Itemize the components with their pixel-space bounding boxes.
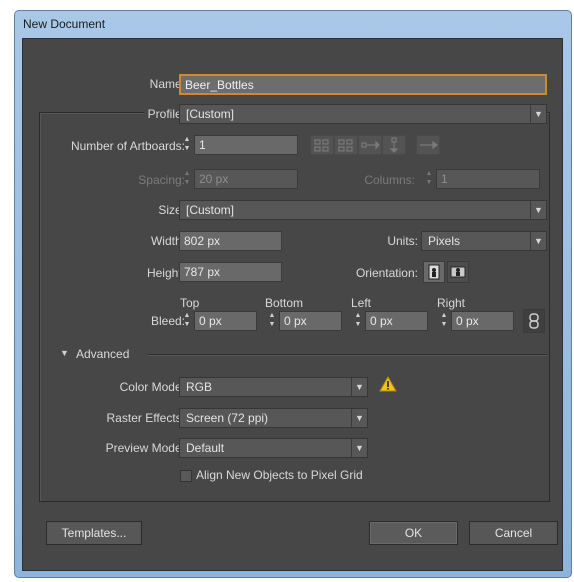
layout-direction-icon[interactable] [416, 135, 440, 155]
width-input[interactable]: 802 px [179, 231, 282, 251]
grid-by-column-icon[interactable] [334, 135, 358, 155]
preview-mode-label: Preview Mode: [105, 441, 185, 455]
advanced-toggle[interactable]: Advanced [76, 347, 129, 361]
bleed-bottom-label: Bottom [265, 296, 304, 310]
align-pixel-grid-label[interactable]: Align New Objects to Pixel Grid [196, 468, 363, 482]
spacing-input: 20 px [194, 169, 298, 189]
arrange-by-column-icon[interactable] [382, 135, 406, 155]
artboards-stepper[interactable]: ▲ ▼ [180, 135, 194, 155]
chevron-down-icon: ▼ [351, 439, 367, 457]
bleed-right-label: Right [437, 296, 466, 310]
bleed-left-stepper[interactable]: ▲ ▼ [351, 311, 365, 331]
raster-effects-value: Screen (72 ppi) [186, 411, 269, 425]
dialog-body: Name: Beer_Bottles Profile: [Custom] ▼ N… [22, 38, 563, 571]
height-input[interactable]: 787 px [179, 262, 282, 282]
preview-mode-value: Default [186, 441, 225, 455]
profile-dropdown[interactable]: [Custom] ▼ [179, 104, 547, 124]
warning-icon [379, 375, 397, 395]
landscape-orientation-icon[interactable] [447, 261, 469, 283]
bleed-right-stepper[interactable]: ▲ ▼ [437, 311, 451, 331]
portrait-orientation-icon[interactable] [423, 261, 445, 283]
columns-label: Columns: [364, 173, 415, 187]
artboards-label: Number of Artboards: [70, 139, 185, 153]
units-label: Units: [387, 234, 418, 248]
chevron-down-icon: ▼ [530, 232, 546, 250]
chevron-down-icon: ▼ [530, 105, 546, 123]
artboards-input[interactable]: 1 [194, 135, 298, 155]
ok-button[interactable]: OK [369, 521, 458, 545]
raster-effects-label: Raster Effects: [106, 411, 185, 425]
spacing-stepper: ▲ ▼ [183, 170, 191, 186]
templates-button[interactable]: Templates... [46, 521, 142, 545]
dialog-window: New Document Name: Beer_Bottles Profile:… [14, 10, 572, 578]
collapse-triangle-icon[interactable]: ▼ [60, 348, 69, 358]
units-dropdown[interactable]: Pixels ▼ [421, 231, 547, 251]
preview-mode-dropdown[interactable]: Default ▼ [179, 438, 368, 458]
raster-effects-dropdown[interactable]: Screen (72 ppi) ▼ [179, 408, 368, 428]
color-mode-label: Color Mode: [119, 380, 185, 394]
bleed-top-input[interactable]: 0 px [194, 311, 257, 331]
size-dropdown[interactable]: [Custom] ▼ [179, 200, 547, 220]
bleed-top-label: Top [180, 296, 200, 310]
cancel-button[interactable]: Cancel [469, 521, 558, 545]
dialog-title: New Document [23, 17, 106, 31]
name-input[interactable]: Beer_Bottles [179, 74, 547, 95]
bleed-bottom-input[interactable]: 0 px [279, 311, 342, 331]
bleed-bottom-stepper[interactable]: ▲ ▼ [265, 311, 279, 331]
chevron-down-icon: ▼ [351, 378, 367, 396]
spacing-label: Spacing: [138, 173, 185, 187]
color-mode-value: RGB [186, 380, 213, 394]
grid-by-row-icon[interactable] [310, 135, 334, 155]
size-value: [Custom] [186, 203, 235, 217]
bleed-top-stepper[interactable]: ▲ ▼ [180, 311, 194, 331]
advanced-separator [147, 354, 547, 355]
units-value: Pixels [428, 234, 461, 248]
orientation-label: Orientation: [355, 266, 418, 280]
align-pixel-grid-checkbox[interactable] [180, 470, 192, 482]
bleed-left-input[interactable]: 0 px [365, 311, 428, 331]
columns-input: 1 [436, 169, 540, 189]
chevron-down-icon: ▼ [351, 409, 367, 427]
arrange-by-row-icon[interactable] [358, 135, 382, 155]
title-bar[interactable]: New Document [15, 11, 571, 37]
color-mode-dropdown[interactable]: RGB ▼ [179, 377, 368, 397]
chevron-down-icon: ▼ [530, 201, 546, 219]
columns-stepper: ▲ ▼ [425, 170, 433, 186]
profile-value: [Custom] [186, 107, 235, 121]
bleed-left-label: Left [351, 296, 372, 310]
link-icon[interactable] [523, 309, 545, 333]
bleed-right-input[interactable]: 0 px [451, 311, 514, 331]
